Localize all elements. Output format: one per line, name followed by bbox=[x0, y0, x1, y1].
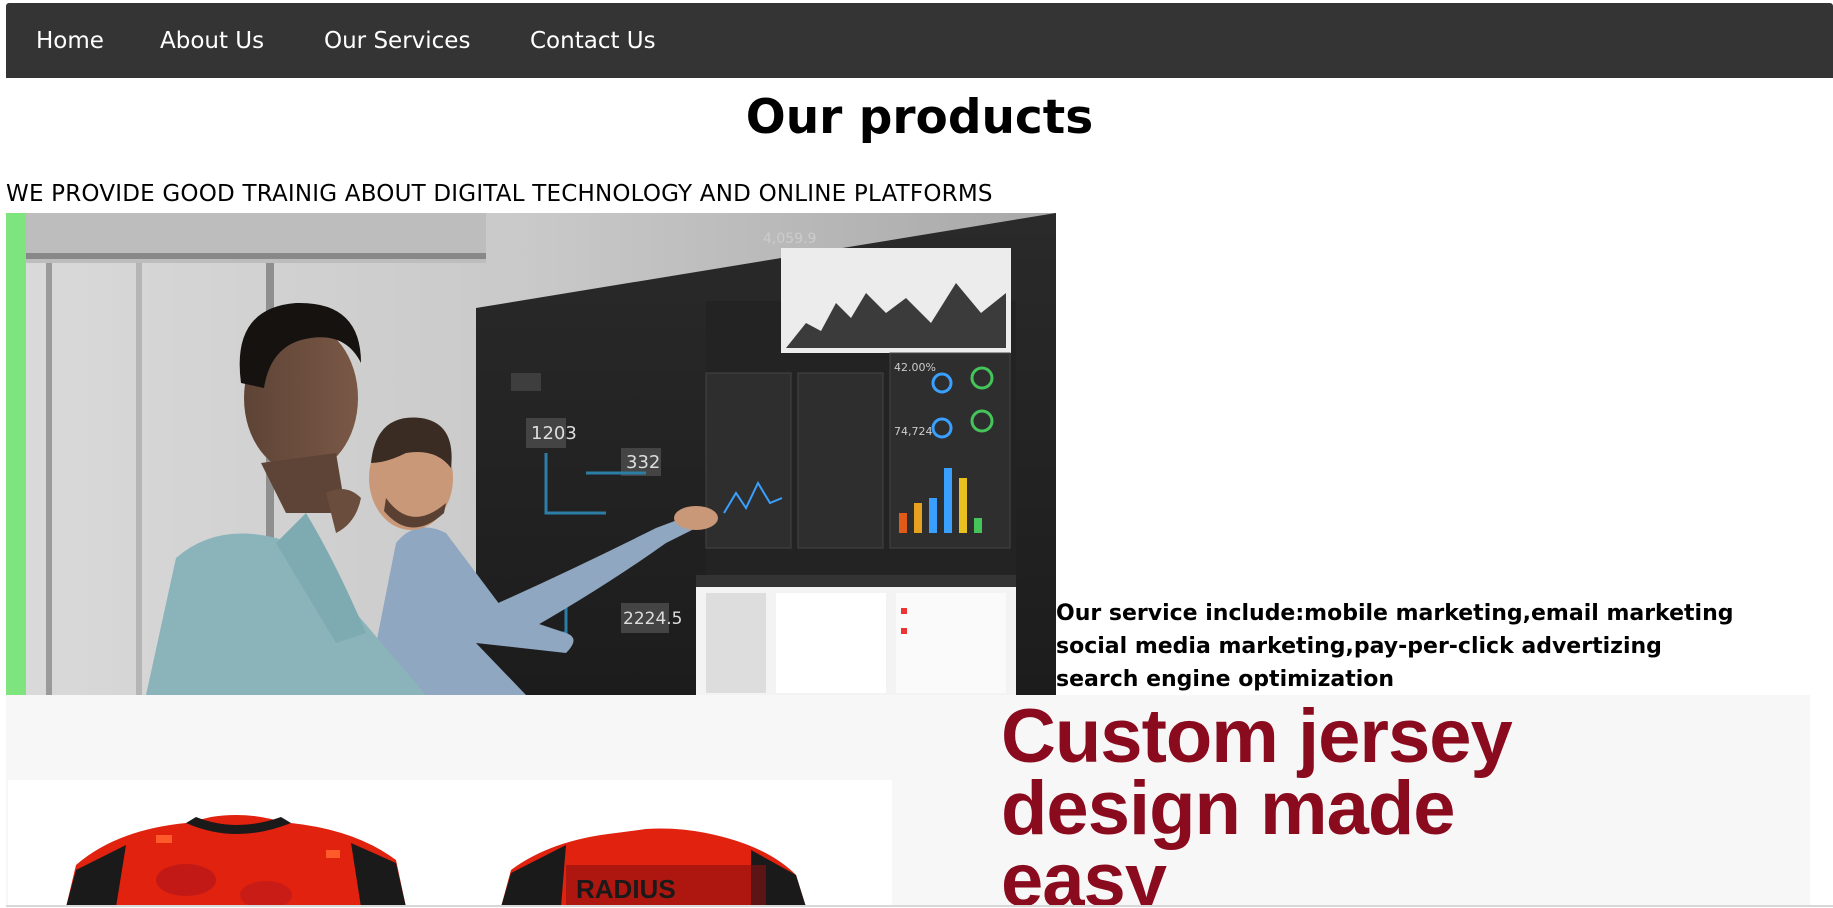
accent-strip bbox=[6, 213, 26, 695]
jersey-photo: RADIUS bbox=[6, 695, 896, 905]
nav-our-services-link[interactable]: Our Services bbox=[324, 3, 470, 78]
screen-value: 74,724 bbox=[894, 425, 933, 438]
jersey-headline-line: Custom jersey bbox=[1001, 695, 1513, 779]
jersey-headline-line: design made bbox=[1001, 766, 1456, 851]
jersey-print: RADIUS bbox=[576, 874, 676, 904]
screen-value: 2224.5 bbox=[623, 609, 682, 629]
dashboard-photo: 1203 332 2224.5 4,059.9 42.00% 74,724 bbox=[6, 213, 1056, 695]
screen-value: 332 bbox=[626, 452, 660, 473]
services-line: social media marketing,pay-per-click adv… bbox=[1056, 634, 1662, 659]
services-description: Our service include:mobile marketing,ema… bbox=[1056, 597, 1756, 696]
screen-value: 1203 bbox=[531, 423, 577, 444]
nav-contact-us-link[interactable]: Contact Us bbox=[530, 3, 656, 78]
services-line: search engine optimization bbox=[1056, 667, 1395, 692]
jersey-headline: Custom jersey design made easy bbox=[1001, 695, 1513, 907]
jersey-banner-image: RADIUS Custom jersey design made easy bbox=[6, 695, 1810, 907]
nav-about-us-link[interactable]: About Us bbox=[160, 3, 264, 78]
hero-image: 1203 332 2224.5 4,059.9 42.00% 74,724 bbox=[6, 213, 1056, 695]
page-title: Our products bbox=[745, 90, 1094, 145]
top-navbar: Home About Us Our Services Contact Us bbox=[6, 3, 1833, 78]
jersey-headline-line: easy bbox=[1001, 838, 1167, 907]
screen-value: 42.00% bbox=[894, 361, 936, 374]
screen-value: 4,059.9 bbox=[763, 231, 816, 247]
nav-home-link[interactable]: Home bbox=[36, 3, 104, 78]
services-line: Our service include:mobile marketing,ema… bbox=[1056, 601, 1734, 626]
page-frame: Home About Us Our Services Contact Us Ou… bbox=[6, 3, 1833, 907]
tagline-text: WE PROVIDE GOOD TRAINIG ABOUT DIGITAL TE… bbox=[6, 181, 993, 207]
